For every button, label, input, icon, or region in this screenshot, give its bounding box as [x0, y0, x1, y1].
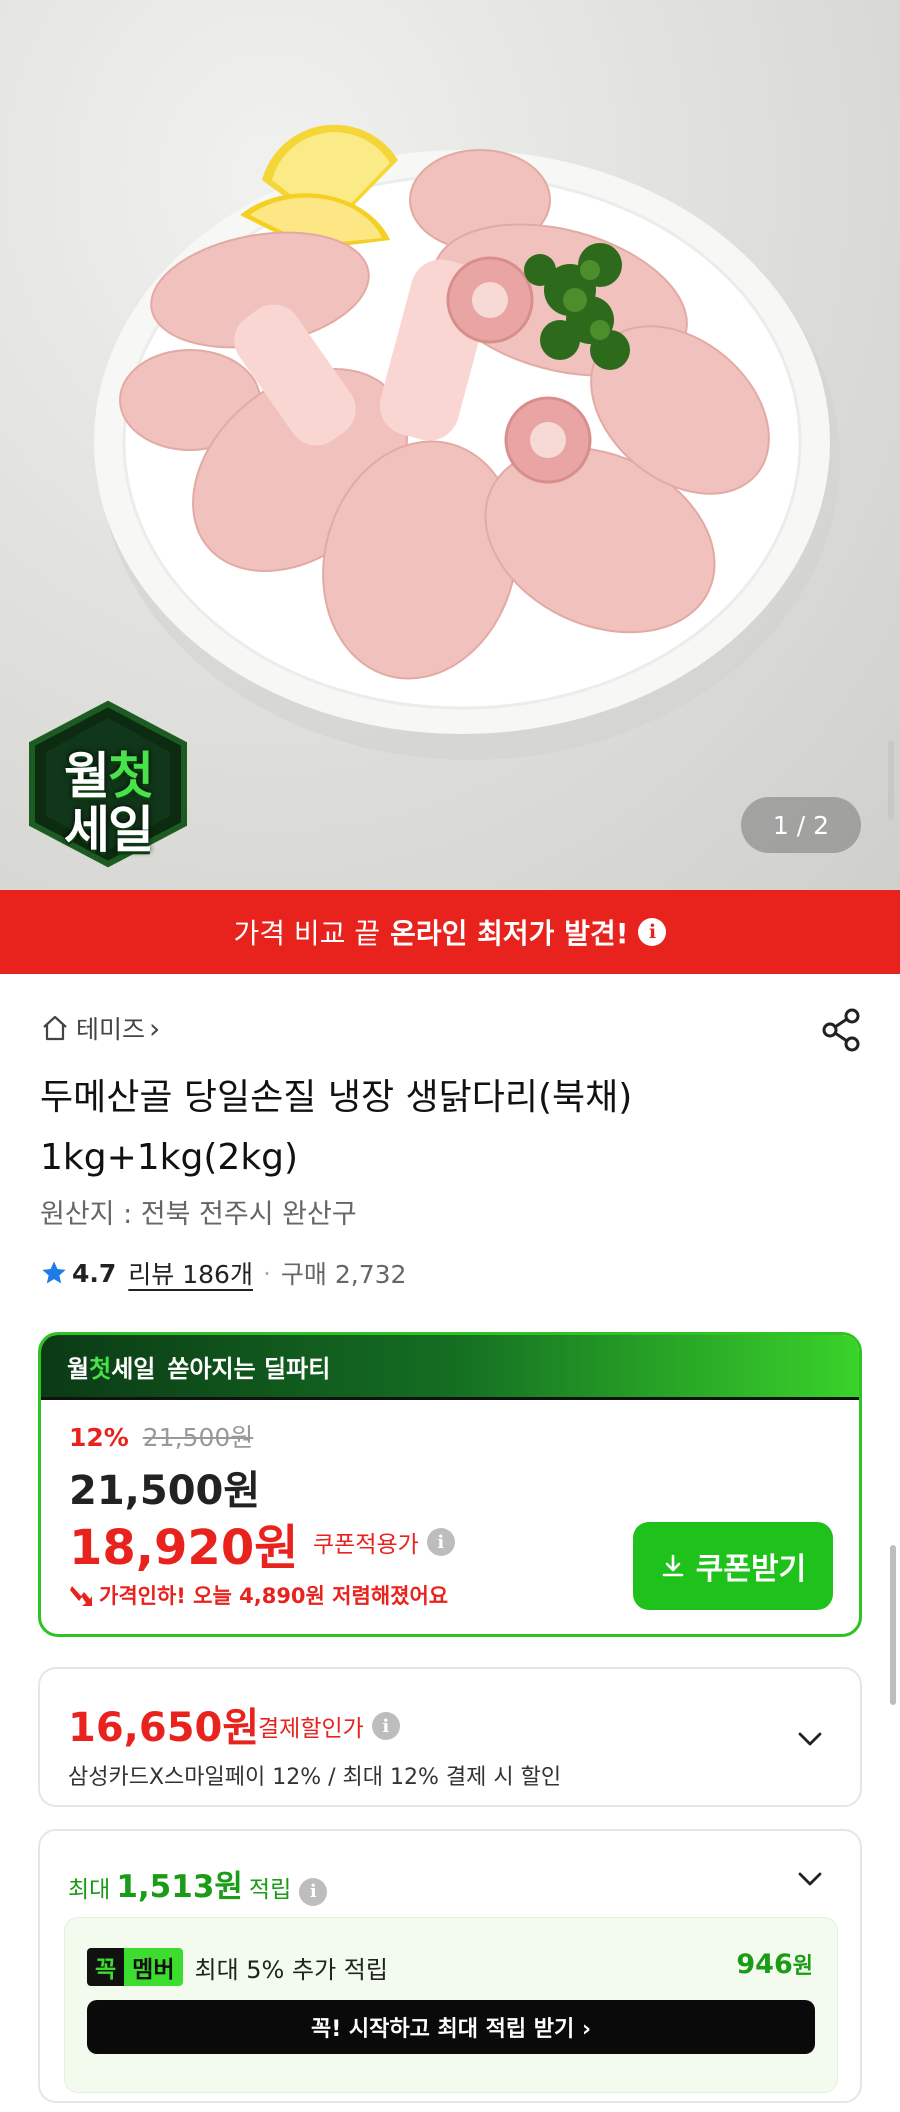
- banner-strong-text: 온라인 최저가 발견!: [390, 917, 629, 950]
- badge-line2: 세일: [64, 801, 154, 859]
- member-start-button[interactable]: 꼭! 시작하고 최대 적립 받기 ›: [87, 2000, 815, 2054]
- member-benefit-box: 꼭 멤버 최대 5% 추가 적립 946원 꼭! 시작하고 최대 적립 받기 ›: [64, 1917, 838, 2093]
- info-icon[interactable]: i: [426, 1528, 455, 1556]
- price-drop-note: 가격인하! 오늘 4,890원 저렴해졌어요: [69, 1580, 448, 1610]
- banner-text: 가격 비교 끝: [233, 917, 381, 950]
- member-tag: 멤버: [124, 1948, 183, 1986]
- deal-header: 월 첫 세일 쏟아지는 딜파티: [41, 1335, 859, 1397]
- home-icon: [43, 1015, 67, 1041]
- member-benefit-line: 꼭 멤버 최대 5% 추가 적립: [87, 1948, 388, 1986]
- deal-card: 월 첫 세일 쏟아지는 딜파티 12% 21,500원 21,500원 18,920…: [38, 1332, 862, 1637]
- chevron-down-icon[interactable]: [796, 1725, 824, 1753]
- product-image[interactable]: 월첫 세일 1 / 2: [0, 0, 900, 890]
- star-icon: [42, 1261, 66, 1284]
- max-points-row: 최대 1,513원 적립 i: [68, 1861, 328, 1906]
- coupon-price: 18,920원: [69, 1520, 299, 1576]
- lowest-price-banner[interactable]: 가격 비교 끝 온라인 최저가 발견! i: [0, 890, 900, 974]
- product-title: 두메산골 당일손질 냉장 생닭다리(북채) 1kg+1kg(2kg): [40, 1077, 633, 1178]
- shop-name: 테미즈: [76, 1015, 146, 1044]
- get-coupon-button[interactable]: 쿠폰받기: [633, 1522, 833, 1610]
- page-scrollbar[interactable]: [890, 1545, 896, 1705]
- kkok-member-logo: 꼭: [87, 1948, 125, 1986]
- review-link[interactable]: 리뷰 186개: [128, 1255, 253, 1291]
- separator-dot: ·: [262, 1258, 271, 1288]
- max-points-amount: 1,513원: [116, 1869, 243, 1905]
- download-icon: [662, 1554, 684, 1577]
- payment-discount-price: 16,650원: [68, 1705, 260, 1751]
- deal-header-sub: 쏟아지는 딜파티: [167, 1354, 331, 1383]
- info-icon[interactable]: i: [299, 1877, 328, 1906]
- points-card: 최대 1,513원 적립 i 꼭 멤버 최대 5% 추가 적립 946원 꼭! 시…: [38, 1829, 862, 2103]
- deal-body: 12% 21,500원 21,500원 18,920원 쿠폰적용가 i 가격인하…: [41, 1397, 859, 1634]
- chevron-right-icon: ›: [149, 1011, 161, 1045]
- purchase-count: 구매 2,732: [280, 1260, 407, 1289]
- image-scrollbar: [888, 740, 894, 820]
- trend-down-icon: [70, 1586, 92, 1606]
- product-origin: 원산지 : 전북 전주시 완산구: [40, 1199, 357, 1230]
- discount-row: 12% 21,500원: [69, 1418, 253, 1454]
- payment-discount-desc: 삼성카드X스마일페이 12% / 최대 12% 결제 시 할인: [68, 1765, 562, 1790]
- image-counter: 1 / 2: [741, 797, 861, 853]
- monthly-first-sale-badge: 월첫 세일: [24, 700, 192, 868]
- member-points-amount: 946원: [736, 1949, 813, 1980]
- share-icon[interactable]: [818, 1006, 866, 1054]
- rating-score: 4.7: [72, 1258, 117, 1288]
- info-icon[interactable]: i: [371, 1712, 400, 1740]
- payment-discount-label: 결제할인가 i: [258, 1709, 400, 1743]
- payment-discount-card[interactable]: 16,650원 결제할인가 i 삼성카드X스마일페이 12% / 최대 12% …: [38, 1667, 862, 1807]
- rating-row: 4.7 리뷰 186개 · 구매 2,732: [40, 1255, 406, 1291]
- coupon-price-label: 쿠폰적용가 i: [313, 1525, 455, 1559]
- discount-percent: 12%: [69, 1423, 129, 1452]
- original-price: 21,500원: [142, 1423, 254, 1452]
- shop-link[interactable]: 테미즈 ›: [40, 1010, 160, 1046]
- member-benefit-text: 최대 5% 추가 적립: [194, 1955, 388, 1984]
- chevron-down-icon[interactable]: [796, 1865, 824, 1893]
- info-icon[interactable]: i: [638, 918, 667, 946]
